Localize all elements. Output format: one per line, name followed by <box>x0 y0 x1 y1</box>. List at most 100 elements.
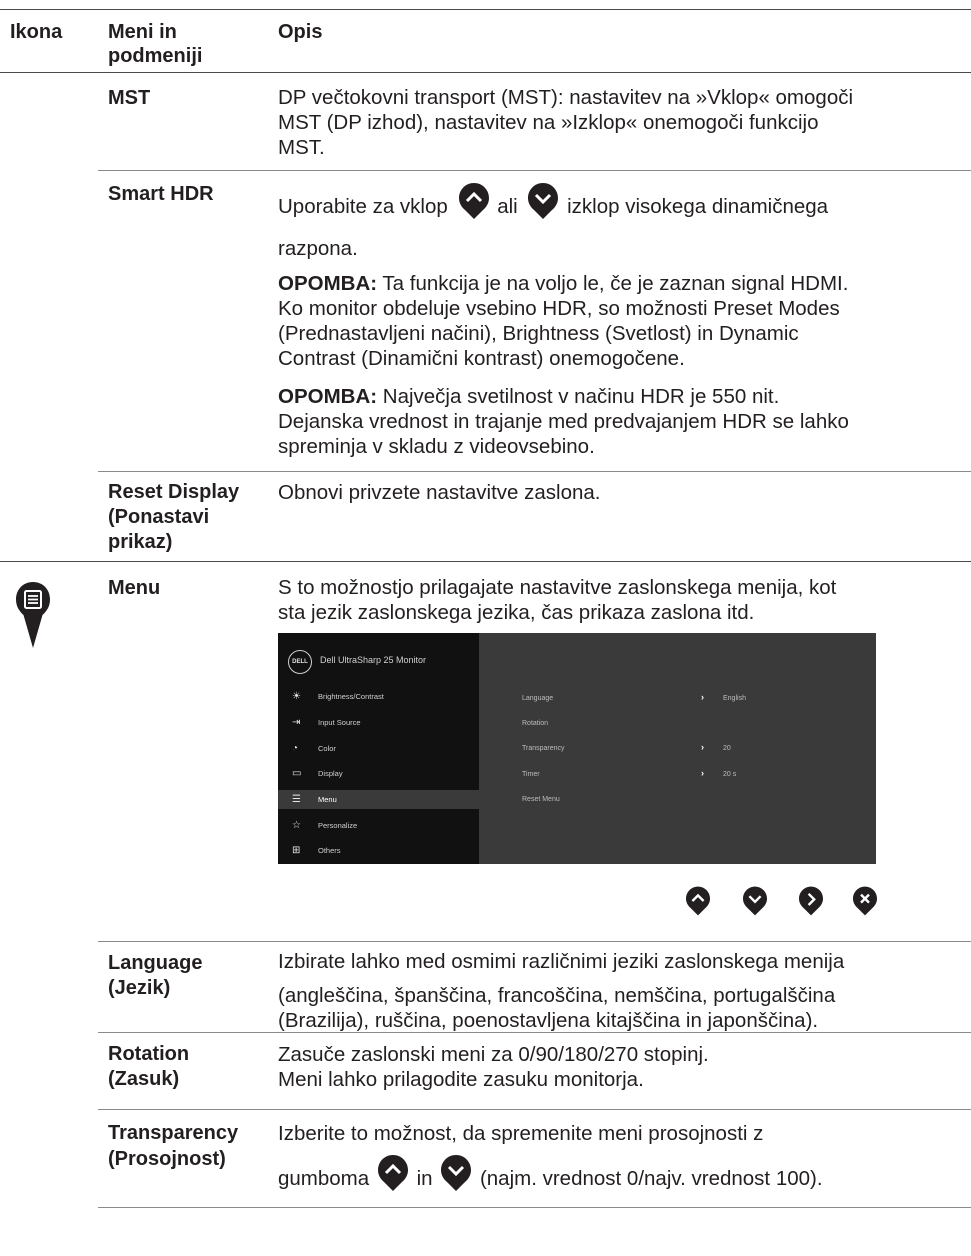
others-icon: ⊞ <box>292 845 301 856</box>
menu-desc-line: S to možnostjo prilagajate nastavitve za… <box>278 576 837 599</box>
up-button-icon[interactable] <box>685 885 711 917</box>
smart-hdr-line2: razpona. <box>278 237 358 260</box>
note-text: Največja svetilnost v načinu HDR je 550 … <box>377 385 780 408</box>
mst-desc-line: MST. <box>278 136 325 159</box>
osd-screenshot: DELL Dell UltraSharp 25 Monitor ☀ Brightn… <box>278 633 876 864</box>
reset-name-line: (Ponastavi <box>108 506 210 528</box>
transparency-text: (najm. vrednost 0/najv. vrednost 100). <box>479 1167 823 1190</box>
smart-hdr-text: Uporabite za vklop <box>278 195 448 218</box>
up-button-icon <box>458 182 489 219</box>
smart-hdr-text: ali <box>497 195 518 218</box>
rotation-desc-line: Meni lahko prilagodite zasuku monitorja. <box>278 1068 644 1091</box>
smart-hdr-text: izklop visokega dinamičnega <box>567 195 829 218</box>
menu-description: S to možnostjo prilagajate nastavitve za… <box>278 575 968 625</box>
rotation-name-line: Rotation <box>108 1043 190 1065</box>
reset-display-name: Reset Display (Ponastavi prikaz) <box>108 480 239 555</box>
osd-item-others[interactable]: ⊞ Others <box>292 842 341 860</box>
mst-desc-line: MST (DP izhod), nastavitev na »Izklop« o… <box>278 111 819 134</box>
mst-name: MST <box>108 87 151 109</box>
osd-item-label: Brightness/Contrast <box>318 692 384 701</box>
language-name: Language (Jezik) <box>108 951 202 1001</box>
close-button-icon[interactable] <box>852 885 878 917</box>
menu-desc-line: sta jezik zaslonskega jezika, čas prikaz… <box>278 601 755 624</box>
osd-item-label: Color <box>318 744 336 753</box>
osd-item-menu[interactable]: ☰ Menu <box>292 791 337 809</box>
down-button-icon[interactable] <box>742 885 768 917</box>
transparency-desc-line2: gumboma in (najm. vrednost 0/najv. vredn… <box>278 1154 968 1193</box>
osd-submenu: Language › English Rotation Transparency… <box>479 633 876 864</box>
note-text: Ta funkcija je na voljo le, če je zaznan… <box>377 272 849 295</box>
osd-item-personalize[interactable]: ☆ Personalize <box>292 817 357 835</box>
note-text: Dejanska vrednost in trajanje med predva… <box>278 410 849 433</box>
up-button-icon <box>377 1154 408 1191</box>
display-icon: ▭ <box>292 768 302 779</box>
language-name-line: Language <box>108 952 203 974</box>
transparency-name-line: Transparency <box>108 1122 239 1144</box>
mst-description: DP večtokovni transport (MST): nastavite… <box>278 85 968 160</box>
color-icon: ◔ <box>292 743 299 754</box>
input-source-icon: ⇥ <box>292 717 301 728</box>
language-desc-line: Izbirate lahko med osmimi različnimi jez… <box>278 950 845 973</box>
osd-item-label: Display <box>318 769 343 778</box>
osd-sub-timer-value: 20 s <box>723 771 737 778</box>
chevron-right-icon: › <box>701 768 704 778</box>
osd-sub-transparency-value: 20 <box>723 745 731 752</box>
smart-hdr-note1: OPOMBA: Ta funkcija je na voljo le, če j… <box>278 271 968 371</box>
osd-item-input-source[interactable]: ⇥ Input Source <box>292 714 361 732</box>
transparency-desc-line1: Izberite to možnost, da spremenite meni … <box>278 1122 764 1145</box>
menu-icon <box>16 582 50 648</box>
osd-sub-transparency[interactable]: Transparency <box>522 742 565 756</box>
note-label: OPOMBA: <box>278 385 378 408</box>
dell-logo: DELL <box>288 650 312 674</box>
mst-desc-line: DP večtokovni transport (MST): nastavite… <box>278 86 854 109</box>
header-icon-column: Ikona <box>10 21 63 43</box>
menu-icon: ☰ <box>292 794 301 805</box>
osd-sub-language-value: English <box>723 695 746 702</box>
right-button-icon[interactable] <box>798 885 824 917</box>
transparency-name-line: (Prosojnost) <box>108 1148 226 1170</box>
osd-sub-language[interactable]: Language <box>522 692 553 706</box>
reset-name-line: Reset Display <box>108 481 240 503</box>
osd-item-brightness[interactable]: ☀ Brightness/Contrast <box>292 688 384 706</box>
header-description-column: Opis <box>278 21 323 43</box>
chevron-right-icon: › <box>701 742 704 752</box>
osd-title: Dell UltraSharp 25 Monitor <box>320 655 427 665</box>
personalize-icon: ☆ <box>292 820 301 831</box>
reset-name-line: prikaz) <box>108 531 173 553</box>
header-menu-column: Meni in podmeniji <box>108 20 202 68</box>
language-desc-line: (Brazilija), ruščina, poenostavljena kit… <box>278 1009 819 1032</box>
osd-item-color[interactable]: ◔ Color <box>292 740 336 758</box>
rotation-name: Rotation (Zasuk) <box>108 1042 189 1092</box>
osd-item-label: Others <box>318 846 341 855</box>
note-text: Contrast (Dinamični kontrast) onemogočen… <box>278 347 685 370</box>
header-menu-line1: Meni in <box>108 21 177 43</box>
rotation-description: Zasuče zaslonski meni za 0/90/180/270 st… <box>278 1042 968 1092</box>
language-name-line: (Jezik) <box>108 977 171 999</box>
transparency-name: Transparency (Prosojnost) <box>108 1120 238 1172</box>
smart-hdr-line1: Uporabite za vklop ali izklop visokega d… <box>278 182 968 221</box>
osd-item-label: Input Source <box>318 718 361 727</box>
smart-hdr-note2: OPOMBA: Največja svetilnost v načinu HDR… <box>278 384 968 459</box>
osd-item-label: Menu <box>318 795 337 804</box>
osd-item-label: Personalize <box>318 821 358 830</box>
reset-display-description: Obnovi privzete nastavitve zaslona. <box>278 481 601 504</box>
note-text: Ko monitor obdeluje vsebino HDR, so možn… <box>278 297 840 320</box>
transparency-text: in <box>416 1167 433 1190</box>
header-menu-line2: podmeniji <box>108 45 203 67</box>
language-description: Izbirate lahko med osmimi različnimi jez… <box>278 949 968 1033</box>
osd-sub-rotation[interactable]: Rotation <box>522 717 548 731</box>
rotation-name-line: (Zasuk) <box>108 1068 180 1090</box>
osd-sub-reset-menu[interactable]: Reset Menu <box>522 793 560 807</box>
note-text: spreminja v skladu z videovsebino. <box>278 435 595 458</box>
language-desc-line: (angleščina, španščina, francoščina, nem… <box>278 984 836 1007</box>
osd-sub-timer[interactable]: Timer <box>522 768 540 782</box>
brightness-icon: ☀ <box>292 691 301 702</box>
note-text: (Prednastavljeni načini), Brightness (Sv… <box>278 322 799 345</box>
transparency-text: gumboma <box>278 1167 370 1190</box>
menu-name: Menu <box>108 577 161 599</box>
chevron-right-icon: › <box>701 692 704 702</box>
down-button-icon <box>441 1154 472 1191</box>
note-label: OPOMBA: <box>278 272 378 295</box>
osd-item-display[interactable]: ▭ Display <box>292 765 343 783</box>
down-button-icon <box>528 182 559 219</box>
